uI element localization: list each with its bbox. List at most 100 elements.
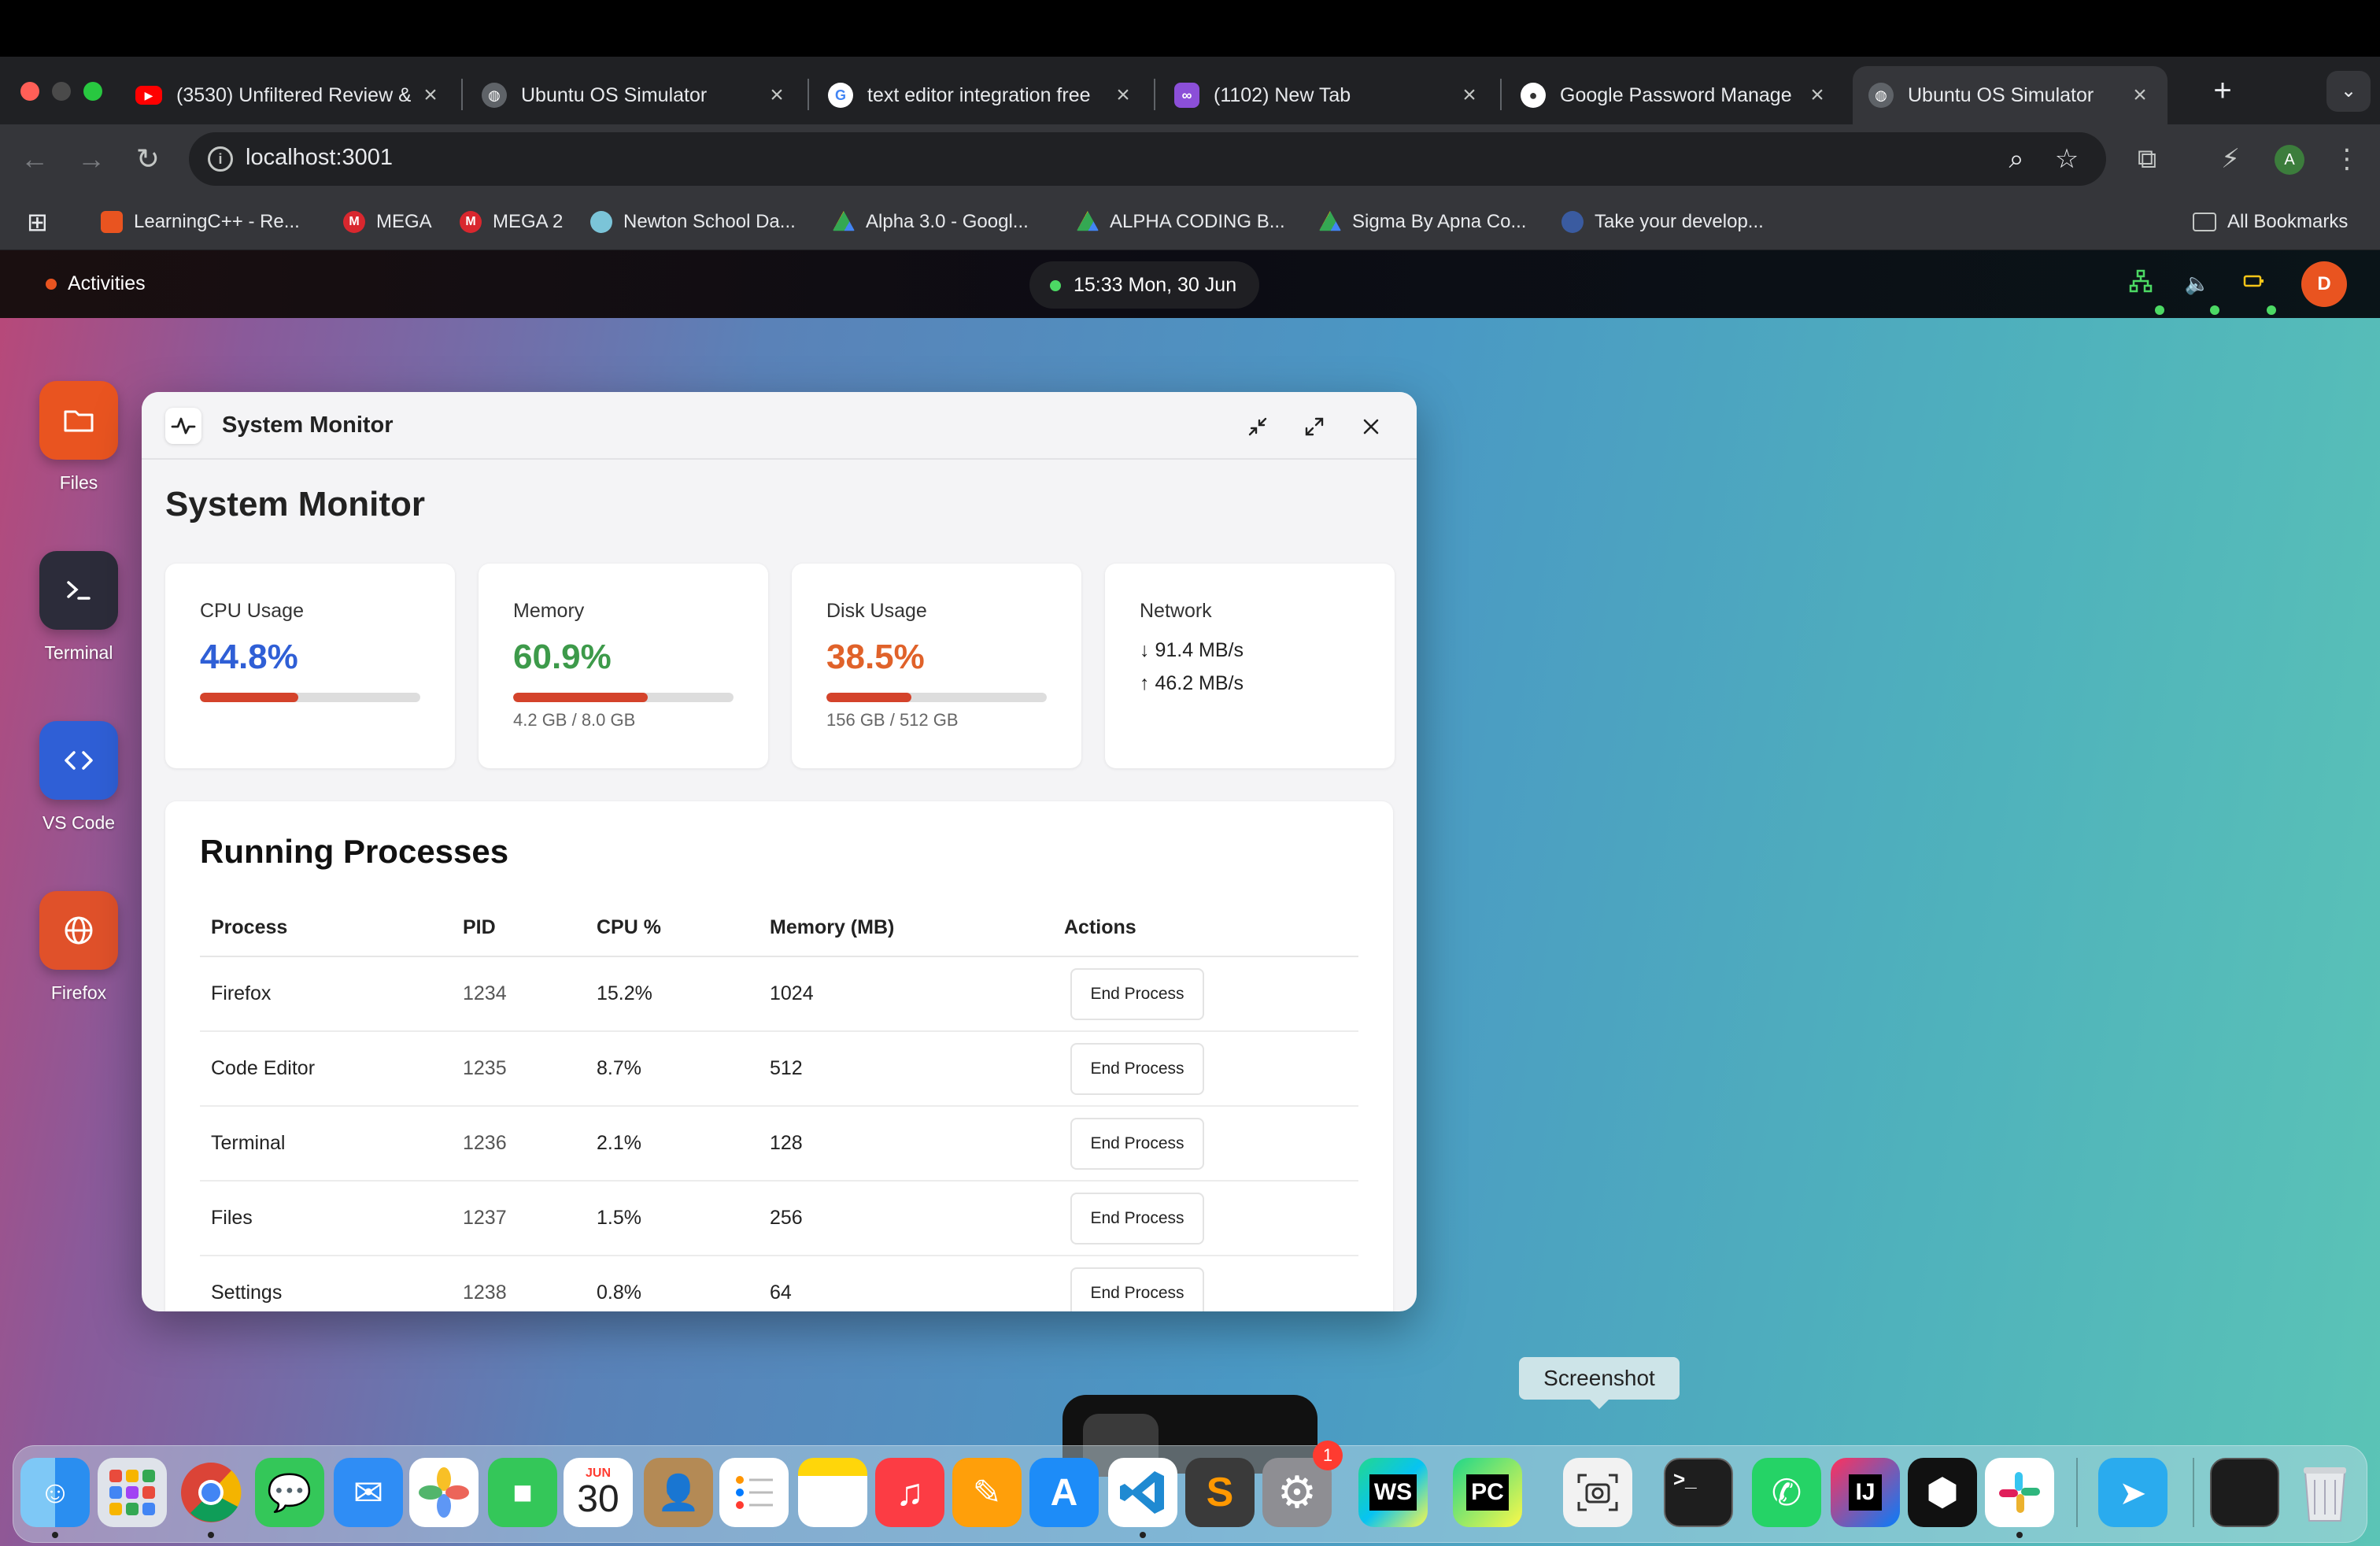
reminders-icon[interactable] [719,1458,789,1527]
calendar-day: 30 [577,1478,619,1520]
bookmark-learningcpp[interactable]: LearningC++ - Re... [101,206,300,238]
end-process-button[interactable]: End Process [1070,1118,1204,1170]
memory-detail: 4.2 GB / 8.0 GB [513,710,636,730]
bookmark-star-icon[interactable]: ☆ [2051,143,2082,175]
close-icon[interactable]: × [765,82,789,109]
minimize-icon[interactable] [1240,409,1275,444]
end-process-button[interactable]: End Process [1070,1267,1204,1311]
maximize-icon[interactable] [1297,409,1332,444]
sidebar-app-firefox[interactable]: Firefox [39,891,118,1004]
window-header[interactable]: System Monitor [142,392,1417,460]
disk-progress-fill [826,693,911,702]
app-icon: ∞ [1174,83,1199,108]
disk-detail: 156 GB / 512 GB [826,710,959,730]
process-memory: 64 [770,1282,792,1304]
calendar-icon[interactable]: JUN 30 [564,1458,633,1527]
running-indicator [52,1532,58,1538]
end-process-button[interactable]: End Process [1070,968,1204,1020]
apps-grid-icon[interactable]: ⊞ [27,206,48,238]
end-process-button[interactable]: End Process [1070,1193,1204,1245]
cube-app-icon[interactable]: ⬢ [1908,1458,1977,1527]
launchpad-icon[interactable] [98,1458,167,1527]
bookmark-take-your-develop[interactable]: Take your develop... [1561,206,1764,238]
bookmark-alpha-coding[interactable]: ALPHA CODING B... [1077,206,1285,238]
tab-search-button[interactable]: ⌄ [2326,71,2371,112]
tab-ubuntu-simulator[interactable]: ◍ Ubuntu OS Simulator × [466,66,804,124]
extensions-icon[interactable]: ⧉ [2128,140,2166,178]
process-name: Settings [211,1282,283,1304]
back-button[interactable]: ← [16,140,54,178]
menu-icon[interactable]: ⋮ [2328,140,2366,178]
sidebar-app-terminal[interactable]: Terminal [39,551,118,664]
tab-new-tab[interactable]: ∞ (1102) New Tab × [1159,66,1497,124]
zoom-window-button[interactable] [83,82,102,101]
disk-value: 38.5% [826,638,925,676]
site-info-icon[interactable]: i [208,146,233,172]
notes-icon[interactable] [798,1458,867,1527]
bookmark-newton-school[interactable]: Newton School Da... [590,206,796,238]
screenshot-icon[interactable] [1563,1458,1632,1527]
mail-icon[interactable]: ✉ [334,1458,403,1527]
intellij-icon[interactable]: IJ [1831,1458,1900,1527]
tab-password-manager[interactable]: ● Google Password Manage × [1505,66,1845,124]
address-bar[interactable] [189,132,2106,186]
sidebar-app-files[interactable]: Files [39,381,118,494]
close-icon[interactable]: × [2128,82,2152,109]
pycharm-icon[interactable]: PC [1453,1458,1522,1527]
tab-youtube[interactable]: ▶ (3530) Unfiltered Review & × [120,66,458,124]
bookmark-mega-2[interactable]: M MEGA 2 [460,206,563,238]
zoom-icon[interactable]: ⌕ [2001,143,2032,175]
folder-icon [2193,213,2216,231]
reload-button[interactable]: ↻ [129,140,167,178]
volume-icon[interactable]: 🔈 [2183,269,2212,298]
telegram-icon[interactable]: ➤ [2098,1458,2168,1527]
slack-icon[interactable] [1985,1458,2054,1527]
bookmark-mega[interactable]: M MEGA [343,206,432,238]
mega-icon: M [460,211,482,233]
network-download: ↓ 91.4 MB/s [1140,639,1244,661]
contacts-icon[interactable]: 👤 [644,1458,713,1527]
minimize-window-button[interactable] [52,82,71,101]
close-icon[interactable]: × [419,82,442,109]
close-window-button[interactable] [20,82,39,101]
whatsapp-icon[interactable]: ✆ [1752,1458,1821,1527]
sublime-icon[interactable]: S [1185,1458,1255,1527]
user-avatar[interactable]: D [2301,261,2347,307]
tab-ubuntu-simulator-active[interactable]: ◍ Ubuntu OS Simulator × [1853,66,2168,124]
close-icon[interactable] [1354,409,1388,444]
bookmark-alpha-3[interactable]: Alpha 3.0 - Googl... [833,206,1029,238]
profile-avatar[interactable]: A [2275,145,2304,175]
trash-icon[interactable] [2290,1458,2360,1527]
url-text[interactable]: localhost:3001 [246,145,393,171]
clock-pill[interactable]: 15:33 Mon, 30 Jun [1029,261,1259,309]
network-icon[interactable] [2127,269,2155,298]
new-tab-button[interactable]: + [2204,72,2241,110]
close-icon[interactable]: × [1458,82,1481,109]
music-icon[interactable]: ♫ [875,1458,944,1527]
webstorm-icon[interactable]: WS [1358,1458,1428,1527]
messages-icon[interactable]: 💬 [255,1458,324,1527]
activities-button[interactable]: Activities [68,272,146,295]
sidebar-app-vscode[interactable]: VS Code [39,721,118,834]
battery-icon[interactable] [2240,269,2268,298]
facetime-icon[interactable]: ■ [488,1458,557,1527]
running-indicator [1140,1532,1146,1538]
finder-icon[interactable]: ☺ [20,1458,90,1527]
close-icon[interactable]: × [1111,82,1135,109]
forward-button[interactable]: → [72,140,110,178]
tab-google-search[interactable]: G text editor integration free × [812,66,1151,124]
end-process-button[interactable]: End Process [1070,1043,1204,1095]
pages-icon[interactable]: ✎ [952,1458,1022,1527]
recent-window-thumbnail[interactable] [2210,1458,2279,1527]
app-store-icon[interactable]: A [1029,1458,1099,1527]
vscode-icon[interactable] [1108,1458,1177,1527]
close-icon[interactable]: × [1805,82,1829,109]
disk-progress-bar [826,693,1047,702]
all-bookmarks[interactable]: All Bookmarks [2193,206,2348,238]
terminal-icon[interactable]: >_ [1664,1458,1733,1527]
performance-icon[interactable]: ⚡ [2212,140,2249,178]
bookmark-sigma[interactable]: Sigma By Apna Co... [1319,206,1526,238]
photos-icon[interactable] [409,1458,479,1527]
network-upload: ↑ 46.2 MB/s [1140,672,1244,694]
chrome-icon[interactable] [176,1458,246,1527]
